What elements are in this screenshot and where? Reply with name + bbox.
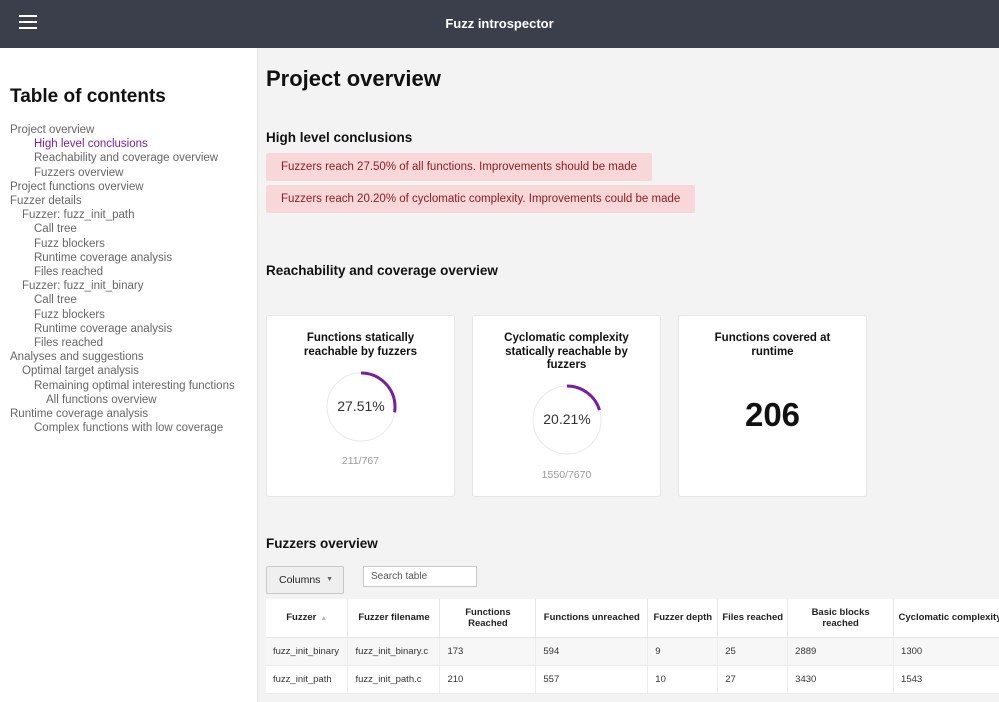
toc-item-fuzz-blockers[interactable]: Fuzz blockers [10, 237, 255, 251]
column-header-label: Fuzzer [286, 611, 317, 623]
column-header-basic-blocks-reached[interactable]: Basic blocks reached [787, 599, 895, 638]
toc-item-optimal-target-analysis[interactable]: Optimal target analysis [10, 364, 255, 378]
table-cell: 210 [439, 665, 537, 694]
column-header-functions-unreached[interactable]: Functions unreached [535, 599, 649, 638]
app-title: Fuzz introspector [445, 16, 554, 31]
column-header-fuzzer-filename[interactable]: Fuzzer filename [347, 599, 441, 638]
conclusion-alert: Fuzzers reach 27.50% of all functions. I… [266, 153, 653, 181]
column-header-cyclomatic-complexity[interactable]: Cyclomatic complexity [893, 599, 999, 638]
toc-item-runtime-coverage-analysis[interactable]: Runtime coverage analysis [10, 322, 255, 336]
table-cell: fuzz_init_binary.c [347, 637, 441, 666]
fuzzers-table: Fuzzer ▲ Fuzzer filename Functions Reache… [266, 599, 999, 694]
card-title: Functions covered at runtime [714, 332, 831, 358]
caret-down-icon: ▼ [326, 576, 333, 583]
table-cell: 1300 [893, 637, 999, 666]
table-cell: 557 [535, 665, 649, 694]
toc-item-fuzzer-fuzz-init-binary[interactable]: Fuzzer: fuzz_init_binary [10, 279, 255, 293]
gauge-fraction: 211/767 [341, 455, 380, 467]
toc-item-high-level-conclusions[interactable]: High level conclusions [10, 137, 255, 151]
toc-item-project-functions-overview[interactable]: Project functions overview [10, 180, 255, 194]
column-header-functions-reached[interactable]: Functions Reached [439, 599, 537, 638]
toc-item-files-reached[interactable]: Files reached [10, 336, 255, 350]
toc-item-fuzzers-overview[interactable]: Fuzzers overview [10, 166, 255, 180]
toc-item-files-reached[interactable]: Files reached [10, 265, 255, 279]
gauge-percentage: 27.51% [337, 398, 385, 414]
column-header-fuzzer[interactable]: Fuzzer ▲ [266, 599, 349, 638]
toc-list: Project overview High level conclusions … [10, 123, 255, 435]
metric-card-cyclomatic-reachable: Cyclomatic complexity statically reachab… [472, 315, 661, 497]
table-cell: fuzz_init_binary [266, 637, 349, 666]
table-header-row: Fuzzer ▲ Fuzzer filename Functions Reache… [266, 599, 999, 638]
gauge-percentage: 20.21% [543, 411, 591, 427]
fuzzers-overview-heading: Fuzzers overview [266, 536, 378, 551]
toc-item-fuzzer-fuzz-init-path[interactable]: Fuzzer: fuzz_init_path [10, 208, 255, 222]
table-cell: 594 [535, 637, 649, 666]
toc-item-project-overview[interactable]: Project overview [10, 123, 255, 137]
table-cell: 3430 [787, 665, 895, 694]
table-row[interactable]: fuzz_init_path fuzz_init_path.c 210 557 … [266, 665, 999, 694]
functions-covered-count: 206 [744, 396, 801, 433]
gauge-fraction: 1550/7670 [541, 469, 592, 481]
table-cell: 25 [717, 637, 789, 666]
progress-gauge: 20.21% [531, 384, 603, 456]
page-title: Project overview [266, 66, 441, 91]
column-header-files-reached[interactable]: Files reached [717, 599, 789, 638]
toc-item-runtime-coverage-analysis-section[interactable]: Runtime coverage analysis [10, 407, 255, 421]
columns-button-label: Columns [279, 574, 321, 586]
top-app-bar: Fuzz introspector [0, 0, 999, 48]
toc-item-remaining-optimal-functions[interactable]: Remaining optimal interesting functions [10, 379, 255, 393]
search-table-input[interactable] [363, 566, 477, 587]
table-of-contents-sidebar: Table of contents Project overview High … [0, 48, 258, 702]
conclusion-alert: Fuzzers reach 20.20% of cyclomatic compl… [266, 185, 696, 213]
column-header-fuzzer-depth[interactable]: Fuzzer depth [647, 599, 719, 638]
toc-item-reachability-coverage-overview[interactable]: Reachability and coverage overview [10, 151, 255, 165]
reachability-coverage-heading: Reachability and coverage overview [266, 263, 498, 278]
toc-item-analyses-and-suggestions[interactable]: Analyses and suggestions [10, 350, 255, 364]
toc-item-all-functions-overview[interactable]: All functions overview [10, 393, 255, 407]
columns-button[interactable]: Columns ▼ [266, 566, 344, 594]
sort-ascending-icon: ▲ [320, 614, 328, 622]
table-cell: 173 [439, 637, 537, 666]
metric-card-functions-reachable: Functions statically reachable by fuzzer… [266, 315, 455, 497]
toc-item-call-tree[interactable]: Call tree [10, 222, 255, 236]
toc-item-complex-functions-low-coverage[interactable]: Complex functions with low coverage [10, 421, 255, 435]
card-title: Functions statically reachable by fuzzer… [303, 332, 418, 358]
card-title: Cyclomatic complexity statically reachab… [504, 332, 629, 371]
table-cell: 9 [647, 637, 719, 666]
toc-item-fuzz-blockers[interactable]: Fuzz blockers [10, 308, 255, 322]
toc-item-call-tree[interactable]: Call tree [10, 293, 255, 307]
progress-gauge: 27.51% [325, 371, 397, 443]
toc-item-fuzzer-details[interactable]: Fuzzer details [10, 194, 255, 208]
high-level-conclusions-heading: High level conclusions [266, 130, 413, 145]
main-content: Project overview High level conclusions … [258, 48, 999, 702]
table-cell: 10 [647, 665, 719, 694]
toc-item-runtime-coverage-analysis[interactable]: Runtime coverage analysis [10, 251, 255, 265]
table-cell: 1543 [893, 665, 999, 694]
table-cell: fuzz_init_path.c [347, 665, 441, 694]
table-cell: fuzz_init_path [266, 665, 349, 694]
table-row[interactable]: fuzz_init_binary fuzz_init_binary.c 173 … [266, 637, 999, 666]
table-cell: 27 [717, 665, 789, 694]
metric-card-runtime-coverage: Functions covered at runtime 206 [678, 315, 867, 497]
table-cell: 2889 [787, 637, 895, 666]
toc-title: Table of contents [10, 86, 166, 107]
